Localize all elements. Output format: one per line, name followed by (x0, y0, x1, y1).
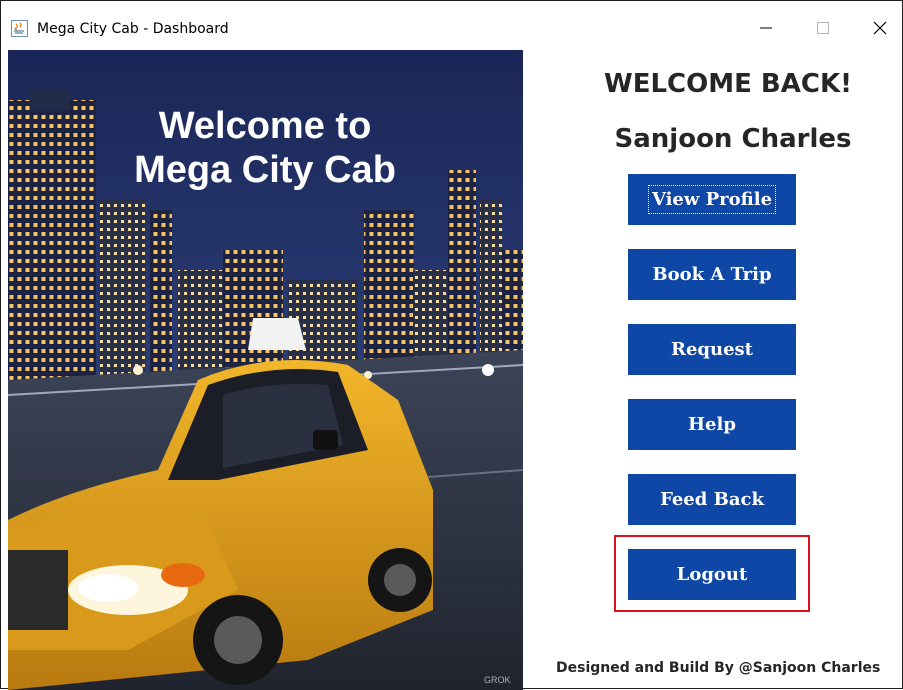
hero-watermark: GROK (484, 675, 511, 685)
feedback-button[interactable]: Feed Back (628, 474, 796, 525)
close-icon (873, 21, 887, 35)
minimize-button[interactable] (743, 9, 789, 47)
request-label: Request (671, 339, 753, 360)
user-name: Sanjoon Charles (614, 124, 852, 154)
maximize-button[interactable] (800, 9, 846, 47)
maximize-icon (817, 22, 829, 34)
logout-label: Logout (676, 564, 748, 585)
city-taxi-illustration: Welcome to Mega City Cab GROK (8, 50, 523, 690)
window-title: Mega City Cab - Dashboard (37, 21, 229, 37)
hero-heading-line2: Mega City Cab (134, 149, 396, 191)
hero-image: Welcome to Mega City Cab GROK (8, 50, 523, 690)
app-window: Mega City Cab - Dashboard Welcome to Meg… (0, 0, 903, 690)
logout-button[interactable]: Logout (628, 549, 796, 600)
book-trip-button[interactable]: Book A Trip (628, 249, 796, 300)
book-trip-label: Book A Trip (652, 264, 772, 285)
close-button[interactable] (857, 9, 903, 47)
footer-credit: Designed and Build By @Sanjoon Charles (556, 660, 881, 676)
view-profile-label: View Profile (647, 185, 777, 214)
feedback-label: Feed Back (660, 489, 764, 510)
title-bar: Mega City Cab - Dashboard (1, 1, 902, 43)
minimize-icon (760, 27, 772, 29)
request-button[interactable]: Request (628, 324, 796, 375)
view-profile-button[interactable]: View Profile (628, 174, 796, 225)
help-label: Help (688, 414, 736, 435)
java-app-icon (11, 20, 28, 37)
help-button[interactable]: Help (628, 399, 796, 450)
hero-heading-line1: Welcome to (159, 105, 372, 147)
welcome-heading: WELCOME BACK! (604, 69, 852, 99)
